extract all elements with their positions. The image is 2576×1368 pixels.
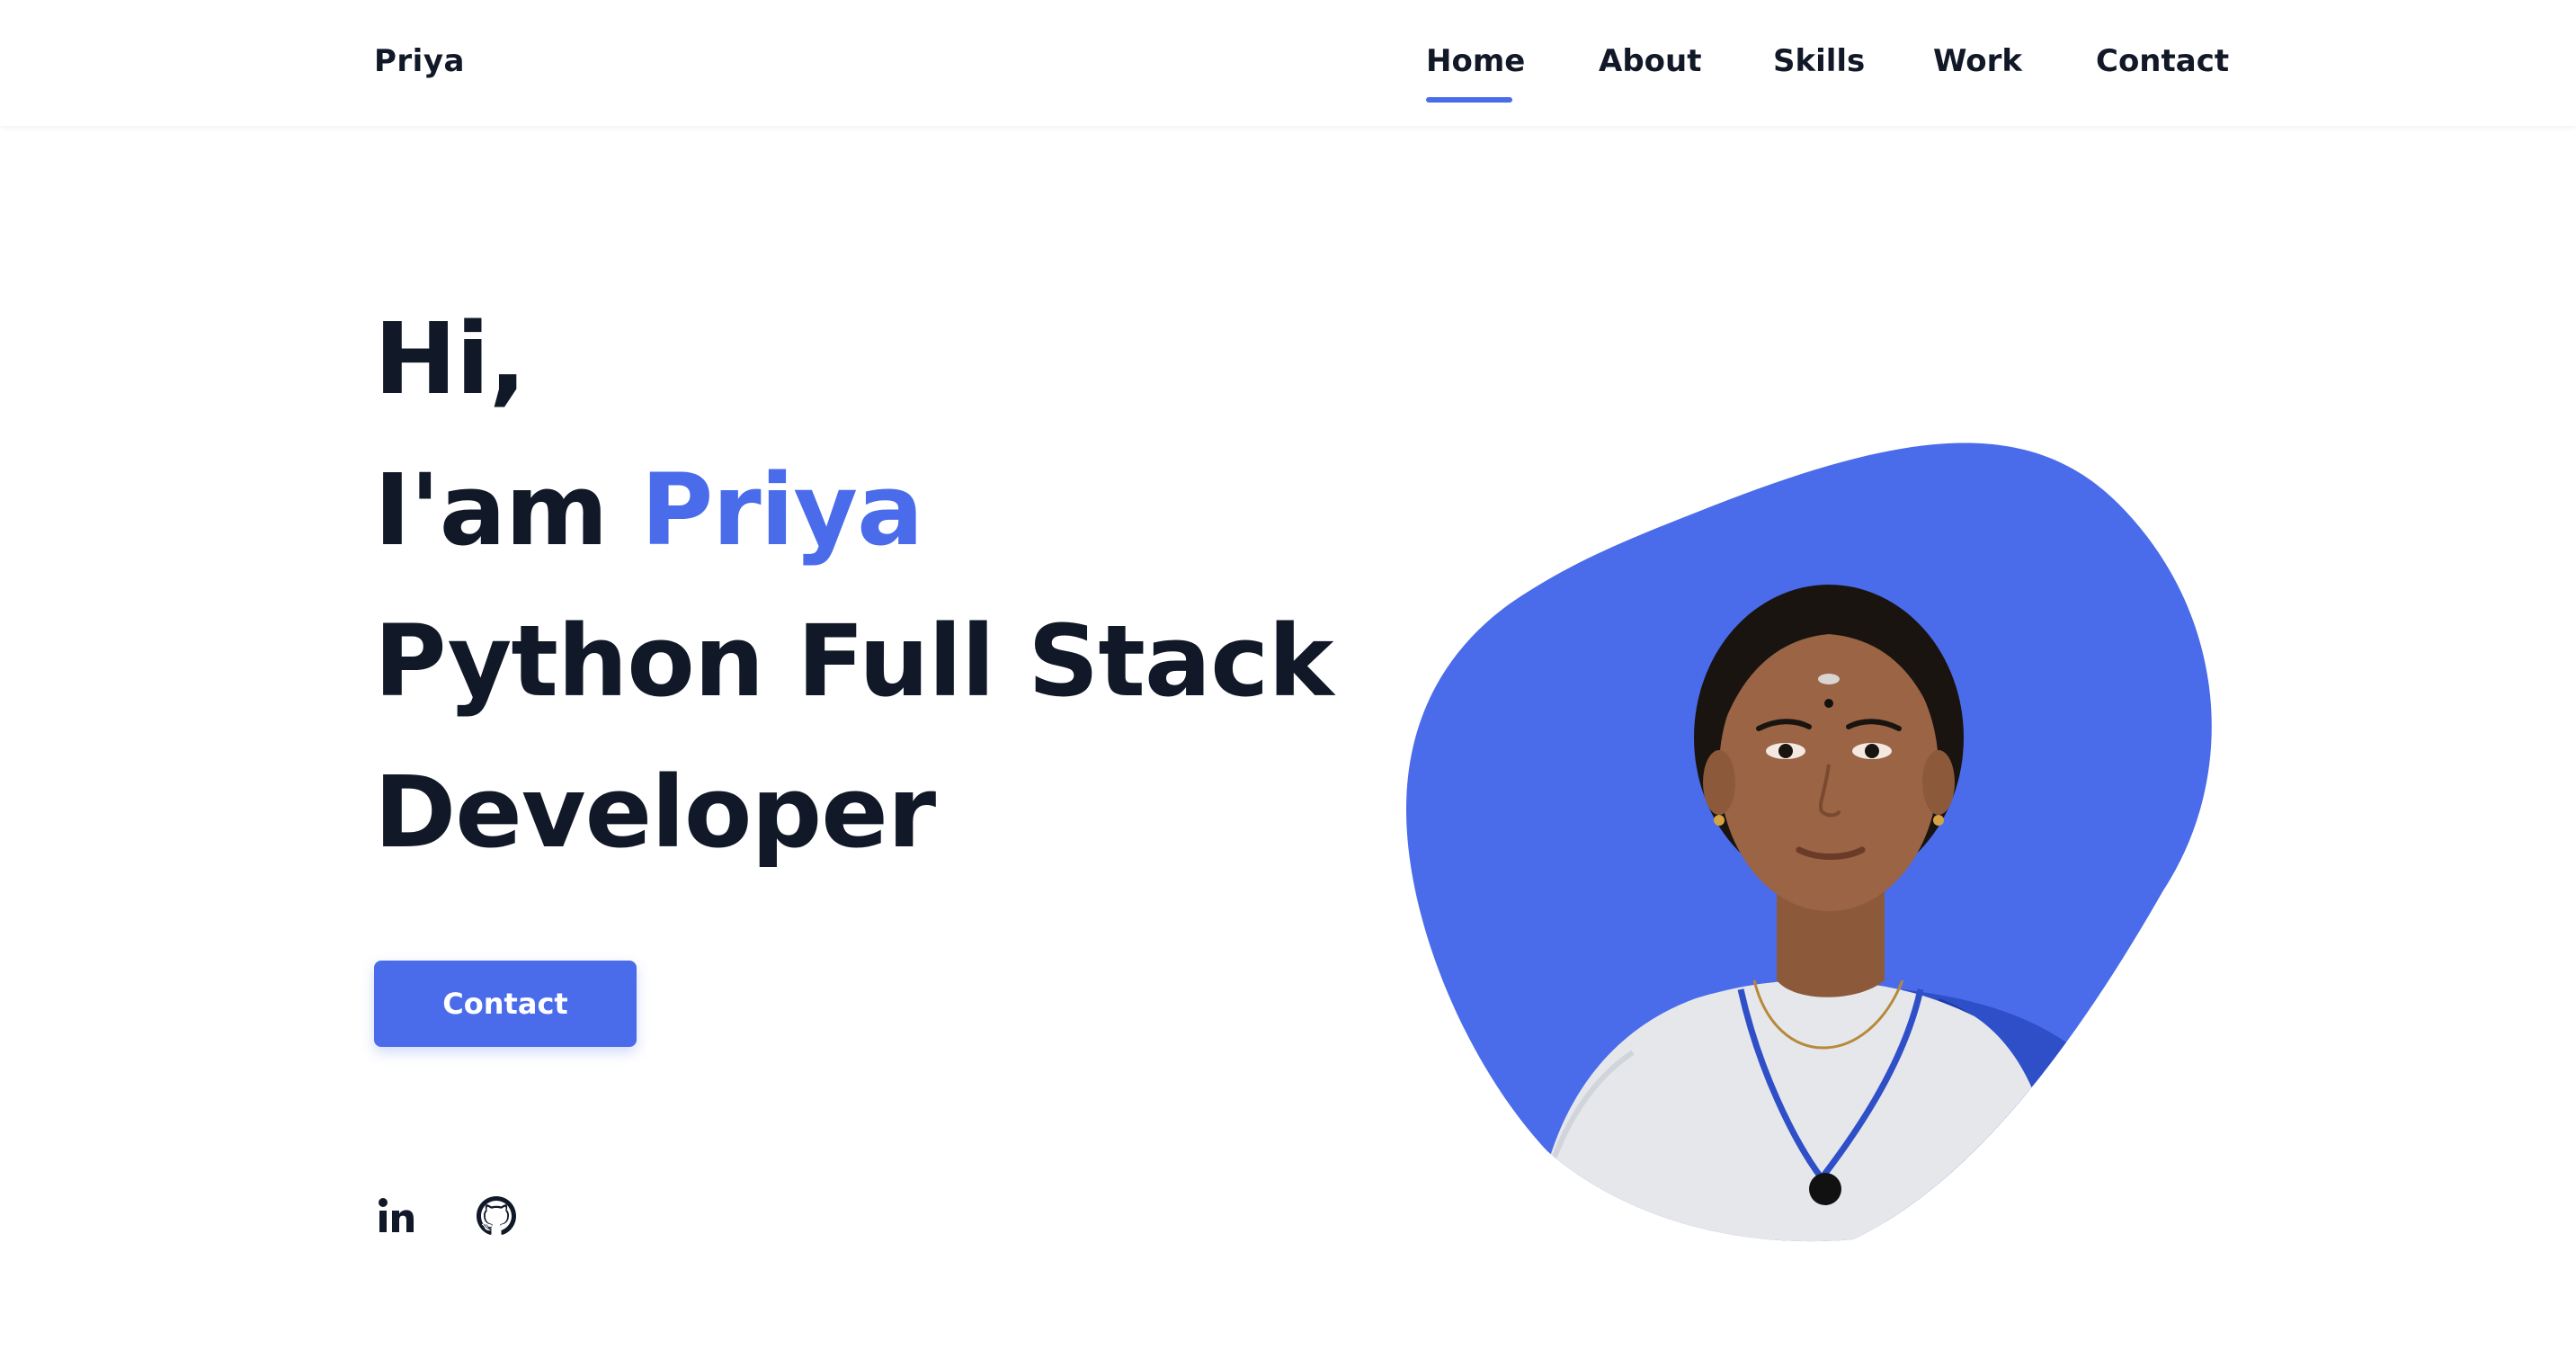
linkedin-icon[interactable] — [374, 1194, 417, 1238]
hero-greeting: Hi, — [374, 301, 527, 416]
main-nav: Home About Skills Work Contact — [0, 0, 2576, 126]
active-nav-indicator — [1426, 97, 1512, 103]
hero-title-line2: Developer — [374, 755, 936, 870]
github-icon[interactable] — [475, 1194, 518, 1238]
nav-contact[interactable]: Contact — [2096, 40, 2229, 83]
hero-title-line1: Python Full Stack — [374, 604, 1334, 719]
nav-skills[interactable]: Skills — [1773, 40, 1865, 83]
profile-photo — [1406, 443, 2212, 1242]
nav-work[interactable]: Work — [1933, 40, 2022, 83]
contact-button[interactable]: Contact — [374, 961, 637, 1047]
site-header: Priya Home About Skills Work Contact — [0, 0, 2576, 126]
hero-intro-prefix: I'am — [374, 452, 641, 568]
profile-photo-blob — [1399, 441, 2224, 1243]
hero-name: Priya — [640, 452, 924, 568]
hero-intro: I'am Priya — [374, 452, 923, 568]
nav-home[interactable]: Home — [1426, 40, 1525, 83]
nav-about[interactable]: About — [1599, 40, 1701, 83]
